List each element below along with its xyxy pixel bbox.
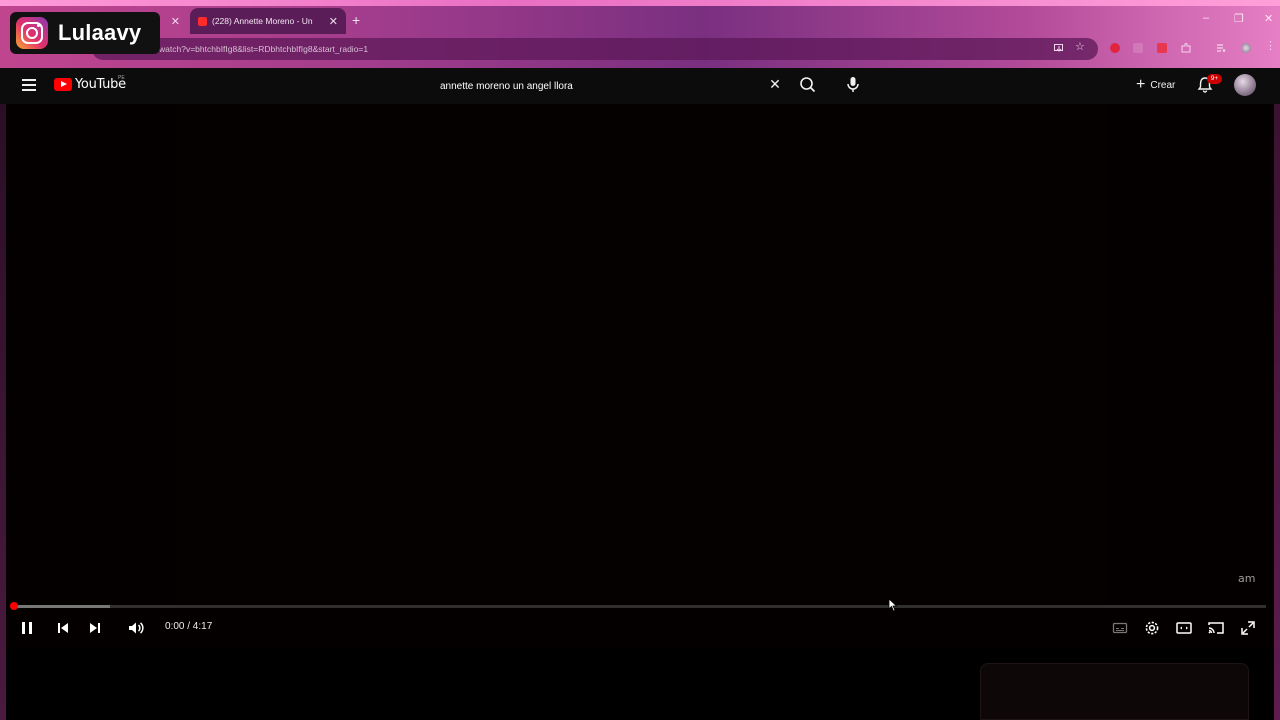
youtube-masthead: YouTube PE annette moreno un angel llora… <box>0 68 1280 104</box>
tab-strip: ✕ (228) Annette Moreno - Un ✕ + – ❐ ✕ <box>0 6 1280 34</box>
install-app-icon[interactable] <box>1054 43 1064 53</box>
youtube-favicon-icon <box>198 16 207 26</box>
youtube-logo[interactable]: YouTube <box>54 77 126 92</box>
extensions-puzzle-icon[interactable] <box>1181 43 1191 53</box>
cast-icon[interactable] <box>1207 619 1225 637</box>
plus-icon: + <box>1136 76 1146 93</box>
tab-title: (228) Annette Moreno - Un <box>212 16 313 26</box>
page-edge-right <box>1274 104 1280 720</box>
create-button[interactable]: + Crear <box>1128 73 1184 97</box>
tab-close-icon[interactable]: ✕ <box>171 15 180 28</box>
progress-bar[interactable] <box>14 605 1266 608</box>
microphone-icon[interactable] <box>841 74 865 96</box>
settings-icon[interactable] <box>1143 619 1161 637</box>
subtitles-icon[interactable] <box>1111 619 1129 637</box>
browser-chrome: ✕ (228) Annette Moreno - Un ✕ + – ❐ ✕ ↻ … <box>0 0 1280 68</box>
search-icon[interactable] <box>796 74 820 96</box>
video-player[interactable] <box>6 104 1274 648</box>
bookmark-star-icon[interactable]: ☆ <box>1075 40 1085 53</box>
account-avatar[interactable] <box>1234 74 1256 96</box>
extension-record-icon[interactable] <box>1110 43 1120 53</box>
region-code: PE <box>118 75 125 81</box>
restore-button[interactable]: ❐ <box>1234 12 1244 25</box>
instagram-logo-icon <box>16 17 48 49</box>
create-label: Crear <box>1150 79 1176 91</box>
next-icon[interactable] <box>86 619 104 637</box>
search-clear-icon[interactable]: ✕ <box>767 76 783 92</box>
mouse-cursor-icon <box>888 598 898 612</box>
search-input[interactable]: annette moreno un angel llora <box>430 72 790 100</box>
tab-close-icon[interactable]: ✕ <box>329 15 338 28</box>
extension-red-icon[interactable] <box>1157 43 1167 53</box>
media-controls-icon[interactable] <box>1216 43 1226 53</box>
video-frame <box>176 104 1106 604</box>
browser-menu-icon[interactable]: ⋮ <box>1265 39 1276 52</box>
tab-active[interactable]: (228) Annette Moreno - Un ✕ <box>190 8 346 34</box>
hamburger-menu-icon[interactable] <box>22 79 36 91</box>
youtube-play-icon <box>54 78 72 91</box>
instagram-overlay: Lulaavy <box>10 12 160 54</box>
below-player-panel <box>980 663 1249 720</box>
progress-buffered <box>14 605 111 608</box>
close-window-button[interactable]: ✕ <box>1264 12 1273 25</box>
volume-icon[interactable] <box>127 619 145 637</box>
fullscreen-icon[interactable] <box>1239 619 1257 637</box>
new-tab-button[interactable]: + <box>352 12 360 28</box>
minimize-button[interactable]: – <box>1203 12 1209 24</box>
notification-badge: 9+ <box>1207 74 1222 84</box>
extension-icon[interactable] <box>1133 43 1143 53</box>
address-bar[interactable]: youtube.com/watch?v=bhtchbIfIg8&list=RDb… <box>92 38 1098 60</box>
profile-avatar-icon[interactable] <box>1241 43 1251 53</box>
search-query: annette moreno un angel llora <box>440 80 573 92</box>
toolbar: ↻ youtube.com/watch?v=bhtchbIfIg8&list=R… <box>0 34 1280 64</box>
previous-icon[interactable] <box>54 619 72 637</box>
overlay-username: Lulaavy <box>58 20 142 45</box>
pause-icon[interactable] <box>18 619 36 637</box>
theater-mode-icon[interactable] <box>1175 619 1193 637</box>
time-display: 0:00 / 4:17 <box>165 621 213 632</box>
progress-scrubber[interactable] <box>10 602 18 610</box>
video-watermark: am <box>1238 572 1256 585</box>
